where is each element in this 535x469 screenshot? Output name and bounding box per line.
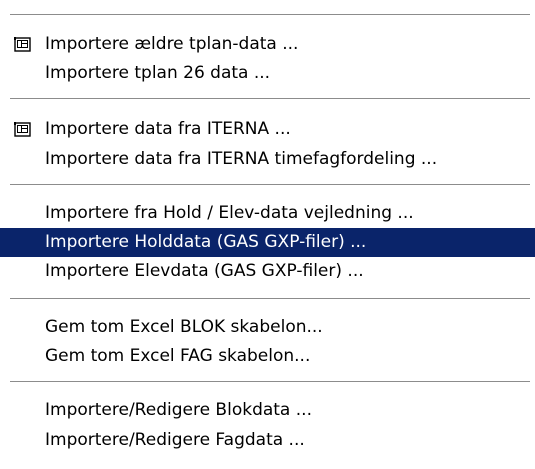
menu-separator — [10, 14, 530, 16]
menu-separator — [10, 381, 530, 383]
tm-app-icon — [14, 37, 31, 52]
context-menu: Importere ældre tplan-data ... Importere… — [0, 0, 535, 469]
tm-app-icon — [14, 122, 31, 137]
menu-item-import-holddata[interactable]: Importere Holddata (GAS GXP-filer) ... — [0, 228, 535, 257]
menu-item-label: Importere Elevdata (GAS GXP-filer) ... — [45, 261, 364, 281]
menu-item-label: Importere Holddata (GAS GXP-filer) ... — [45, 232, 367, 252]
menu-item-save-excel-blok-template[interactable]: Gem tom Excel BLOK skabelon... — [0, 313, 535, 342]
menu-item-label: Importere tplan 26 data ... — [45, 63, 271, 83]
menu-separator — [10, 98, 530, 100]
menu-item-label: Importere/Redigere Blokdata ... — [45, 400, 312, 420]
menu-item-import-tplan-26[interactable]: Importere tplan 26 data ... — [0, 59, 535, 88]
menu-item-import-elevdata[interactable]: Importere Elevdata (GAS GXP-filer) ... — [0, 257, 535, 286]
menu-item-edit-fagdata[interactable]: Importere/Redigere Fagdata ... — [0, 426, 535, 455]
menu-item-label: Importere fra Hold / Elev-data vejlednin… — [45, 203, 414, 223]
menu-item-label: Gem tom Excel FAG skabelon... — [45, 346, 311, 366]
menu-item-save-excel-fag-template[interactable]: Gem tom Excel FAG skabelon... — [0, 342, 535, 371]
menu-item-import-iterna[interactable]: Importere data fra ITERNA ... — [0, 115, 535, 144]
menu-separator — [10, 184, 530, 186]
menu-separator — [10, 298, 530, 300]
menu-item-label: Importere ældre tplan-data ... — [45, 34, 299, 54]
menu-item-label: Importere/Redigere Fagdata ... — [45, 430, 305, 450]
menu-item-label: Importere data fra ITERNA ... — [45, 119, 291, 139]
menu-item-import-hold-elev-guide[interactable]: Importere fra Hold / Elev-data vejlednin… — [0, 199, 535, 228]
menu-item-label: Gem tom Excel BLOK skabelon... — [45, 317, 323, 337]
menu-item-import-iterna-timefag[interactable]: Importere data fra ITERNA timefagfordeli… — [0, 145, 535, 174]
menu-item-import-old-tplan[interactable]: Importere ældre tplan-data ... — [0, 30, 535, 59]
menu-item-label: Importere data fra ITERNA timefagfordeli… — [45, 149, 438, 169]
menu-item-edit-blokdata[interactable]: Importere/Redigere Blokdata ... — [0, 396, 535, 425]
